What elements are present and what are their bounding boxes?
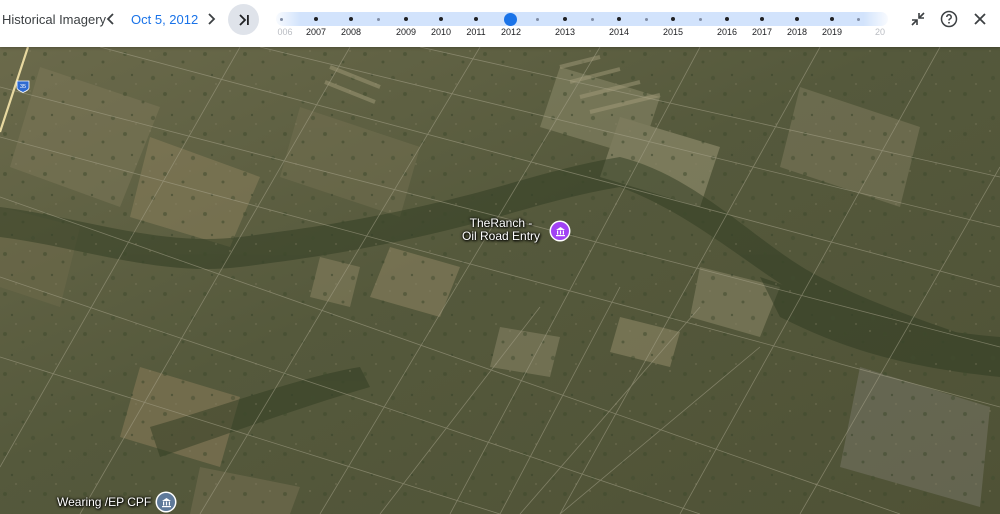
timeline-tick-2017[interactable] [760, 17, 764, 21]
timeline-slider[interactable] [276, 12, 888, 26]
timeline-year-label-selected: 2012 [500, 27, 522, 37]
timeline-tick[interactable] [280, 17, 283, 21]
timeline-year-label: 2019 [821, 27, 843, 37]
timeline-tick-2018[interactable] [795, 17, 799, 21]
timeline-year-label: 2018 [786, 27, 808, 37]
place-label-line2: Oil Road Entry [462, 229, 541, 243]
help-circle-icon [940, 10, 958, 28]
timeline-year-label: 2017 [751, 27, 773, 37]
highway-number: 35 [20, 84, 26, 90]
skip-to-latest-button[interactable] [228, 4, 259, 35]
place-label-theranch[interactable]: TheRanch - Oil Road Entry [462, 217, 540, 243]
timeline-tick-2008[interactable] [349, 17, 353, 21]
timeline-tick[interactable] [536, 17, 539, 21]
satellite-map[interactable]: 35 TheRanch - Oil Road Entry Wearing /EP… [0, 47, 1000, 514]
timeline-tick-2009[interactable] [404, 17, 408, 21]
timeline-year-label: 2014 [608, 27, 630, 37]
close-icon [974, 13, 986, 25]
timeline-tick[interactable] [645, 17, 648, 21]
timeline-tick-2016[interactable] [725, 17, 729, 21]
timeline-tick[interactable] [377, 17, 380, 21]
timeline-year-label: 2010 [430, 27, 452, 37]
previous-date-button[interactable] [100, 8, 122, 30]
chevron-right-icon [208, 13, 216, 25]
museum-icon [555, 226, 565, 236]
selected-date[interactable]: Oct 5, 2012 [131, 12, 198, 27]
highway-shield-icon: 35 [16, 80, 30, 93]
collapse-button[interactable] [907, 8, 929, 30]
place-pin-theranch[interactable] [551, 222, 569, 240]
historical-imagery-bar: Historical Imagery Oct 5, 2012 006 2007 … [0, 0, 1000, 47]
timeline-year-label: 2011 [466, 27, 486, 37]
timeline-tick-2013[interactable] [563, 17, 567, 21]
timeline-tick-2019[interactable] [830, 17, 834, 21]
timeline-year-label: 2007 [305, 27, 327, 37]
timeline-year-label: 2015 [662, 27, 684, 37]
timeline-tick[interactable] [857, 17, 860, 21]
close-button[interactable] [969, 8, 991, 30]
timeline-tick-2014[interactable] [617, 17, 621, 21]
collapse-icon [911, 12, 925, 26]
timeline-year-label: 2009 [395, 27, 417, 37]
skip-to-latest-icon [238, 13, 249, 26]
satellite-imagery [0, 47, 1000, 514]
timeline-tick[interactable] [591, 17, 594, 21]
timeline-year-label: 20 [874, 27, 886, 37]
timeline-year-label: 2008 [340, 27, 362, 37]
next-date-button[interactable] [200, 8, 222, 30]
timeline-tick-2007[interactable] [314, 17, 318, 21]
timeline-year-label: 2013 [554, 27, 576, 37]
timeline-year-label: 2016 [716, 27, 738, 37]
timeline-selected-handle[interactable] [504, 12, 517, 26]
timeline-tick-2015[interactable] [671, 17, 675, 21]
place-label-wearing-ep-cpf[interactable]: Wearing /EP CPF [57, 496, 151, 509]
place-pin-wearing-ep-cpf[interactable] [157, 493, 175, 511]
timeline-year-label: 006 [277, 27, 293, 37]
timeline-tick-2010[interactable] [439, 17, 443, 21]
panel-title: Historical Imagery [2, 12, 107, 27]
timeline-tick[interactable] [699, 17, 702, 21]
museum-icon [161, 497, 171, 507]
chevron-left-icon [106, 13, 114, 25]
help-button[interactable] [938, 8, 960, 30]
timeline-tick-2011[interactable] [474, 17, 478, 21]
